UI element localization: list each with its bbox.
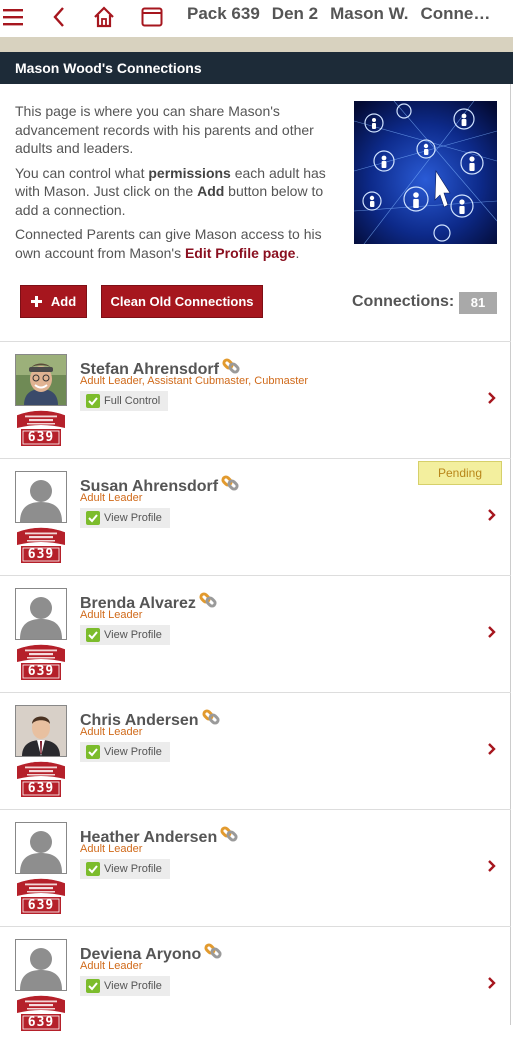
permission-badge: Full Control [80,391,169,411]
unit-badge-icon: 639 [15,877,67,915]
unit-number: 639 [27,547,55,562]
chevron-left-icon[interactable] [50,3,68,31]
chevron-right-icon[interactable] [487,508,497,526]
checkmark-icon [86,745,100,759]
intro-paragraph-1: This page is where you can share Mason's… [15,103,314,156]
main-content: This page is where you can share Mason's… [0,84,511,1031]
connection-row[interactable]: 639 Susan Ahrensdorf Adult Leader View Prof… [0,458,511,575]
permission-badge: View Profile [80,625,170,645]
network-hero-image [354,101,497,244]
connection-row[interactable]: 639 Deviena Aryono Adult Leader View Profil… [0,926,511,1043]
unit-badge-icon: 639 [15,760,67,798]
add-button-label: Add [50,294,77,309]
intro-paragraph-2: You can control what permissions each ad… [15,164,326,218]
connections-count-badge: 81 [459,292,497,314]
permission-label: Full Control [104,395,161,407]
permission-badge: View Profile [80,859,170,879]
edit-profile-link[interactable]: Edit Profile page [185,245,295,261]
link-icon [198,590,218,615]
connection-roles: Adult Leader [80,960,143,972]
clean-old-connections-button[interactable]: Clean Old Connections [101,285,263,318]
permission-label: View Profile [104,746,162,758]
connection-row[interactable]: 639 Heather Andersen Adult Leader View Prof… [0,809,511,926]
connection-row[interactable]: 639 Brenda Alvarez Adult Leader View Profil… [0,575,511,692]
plus-icon [30,296,42,307]
hamburger-menu-icon[interactable] [2,3,24,31]
unit-number: 639 [27,430,55,445]
permission-label: View Profile [104,980,162,992]
breadcrumb-current: Conne… [420,4,491,23]
permission-badge: View Profile [80,508,170,528]
header-strip [0,37,513,52]
link-icon [203,941,223,966]
chevron-right-icon[interactable] [487,625,497,643]
unit-badge-icon: 639 [15,994,67,1032]
unit-badge-icon: 639 [15,643,67,681]
avatar [15,354,67,406]
link-icon [219,824,239,849]
unit-number: 639 [27,664,55,679]
connection-roles: Adult Leader [80,843,143,855]
checkmark-icon [86,511,100,525]
connection-roles: Adult Leader [80,492,143,504]
top-nav-bar: Pack 639 Den 2 Mason W. Conne… [0,0,513,36]
pending-status-badge: Pending [418,461,502,485]
intro-paragraph-3: Connected Parents can give Mason access … [15,226,322,261]
permission-badge: View Profile [80,976,170,996]
breadcrumb-pack[interactable]: Pack 639 [187,4,260,23]
chevron-right-icon[interactable] [487,976,497,994]
unit-number: 639 [27,781,55,796]
link-icon [201,707,221,732]
connection-roles: Adult Leader [80,726,143,738]
avatar [15,822,67,874]
breadcrumb: Pack 639 Den 2 Mason W. Conne… [187,4,502,24]
connection-roles: Adult Leader, Assistant Cubmaster, Cubma… [80,375,309,387]
chevron-right-icon[interactable] [487,391,497,409]
avatar [15,588,67,640]
checkmark-icon [86,862,100,876]
avatar [15,939,67,991]
browser-window-icon[interactable] [140,3,164,31]
permission-label: View Profile [104,629,162,641]
checkmark-icon [86,979,100,993]
chevron-right-icon[interactable] [487,742,497,760]
clean-button-label: Clean Old Connections [110,294,254,309]
unit-number: 639 [27,898,55,913]
connections-label: Connections: [352,293,455,310]
breadcrumb-den[interactable]: Den 2 [272,4,318,23]
connection-row[interactable]: 639 Stefan Ahrensdorf Adult Leader, Assist… [0,341,511,458]
avatar [15,705,67,757]
connection-row[interactable]: 639 Chris Andersen Adult Leader View Profil… [0,692,511,809]
checkmark-icon [86,394,100,408]
link-icon [220,473,240,498]
add-connection-button[interactable]: Add [20,285,87,318]
checkmark-icon [86,628,100,642]
home-icon[interactable] [92,3,116,31]
unit-badge-icon: 639 [15,526,67,564]
unit-number: 639 [27,1015,55,1030]
permission-badge: View Profile [80,742,170,762]
chevron-right-icon[interactable] [487,859,497,877]
breadcrumb-scout[interactable]: Mason W. [330,4,408,23]
page-title: Mason Wood's Connections [0,52,513,84]
avatar [15,471,67,523]
permission-label: View Profile [104,863,162,875]
connection-roles: Adult Leader [80,609,143,621]
unit-badge-icon: 639 [15,409,67,447]
permission-label: View Profile [104,512,162,524]
intro-text: This page is where you can share Mason's… [15,102,335,268]
